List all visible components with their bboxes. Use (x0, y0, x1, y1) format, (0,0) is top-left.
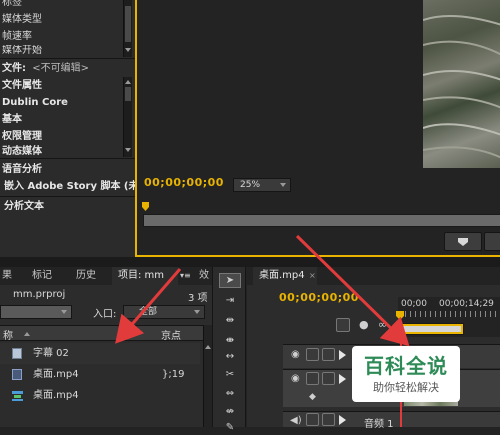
annotation-arrows (115, 234, 410, 347)
arrow-to-project-item (115, 268, 182, 344)
arrow-to-timeline (295, 234, 410, 347)
